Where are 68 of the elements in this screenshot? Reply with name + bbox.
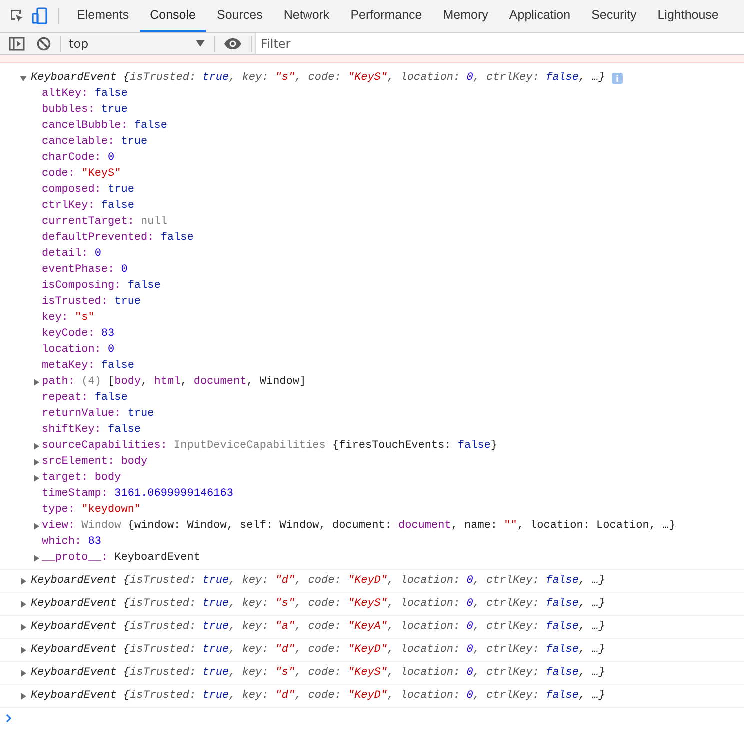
object-summary[interactable]: KeyboardEvent {isTrusted: true, key: "a", code: "KeyA", location: 0, ctrlKey: false, …} (31, 621, 606, 633)
property-line: charCode: 0 (42, 152, 115, 164)
panel-tab[interactable]: Performance (340, 0, 432, 32)
property-line: type: "keydown" (42, 504, 142, 516)
collapsed-triangle-icon[interactable] (33, 458, 40, 466)
collapsed-triangle-icon[interactable] (20, 600, 27, 608)
object-summary[interactable]: KeyboardEvent {isTrusted: true, key: "d", code: "KeyD", location: 0, ctrlKey: false, …} (31, 575, 606, 587)
property-line: view: Window {window: Window, self: Window, document: document, name: "", location: Location, …} (42, 520, 676, 532)
device-toolbar-icon[interactable] (32, 7, 48, 25)
collapsed-triangle-icon[interactable] (33, 378, 40, 386)
expanded-triangle-icon[interactable] (20, 74, 27, 82)
property-line: bubbles: true (42, 104, 128, 116)
panel-tab[interactable]: Sources (206, 0, 273, 32)
collapsed-triangle-icon[interactable] (20, 578, 27, 584)
property-line: defaultPrevented: false (42, 232, 194, 244)
property-line: composed: true (42, 184, 134, 196)
property-line: target: body (42, 472, 122, 484)
collapsed-triangle-icon[interactable] (20, 692, 27, 700)
property-line: keyCode: 83 (42, 328, 115, 340)
property-line: cancelable: true (42, 136, 148, 148)
collapsed-triangle-icon[interactable] (33, 522, 40, 530)
property-line: timeStamp: 3161.0699999146163 (42, 488, 234, 500)
property-line: isComposing: false (42, 280, 161, 292)
sidebar-toggle-icon[interactable] (9, 36, 25, 50)
collapsed-triangle-icon[interactable] (20, 624, 27, 630)
property-line: which: 83 (42, 536, 102, 548)
prompt-chevron-icon (6, 714, 12, 723)
info-icon (612, 72, 624, 84)
panel-tab[interactable]: Memory (433, 0, 498, 32)
collapsed-triangle-icon[interactable] (33, 442, 40, 450)
property-line: shiftKey: false (42, 424, 142, 436)
property-line: sourceCapabilities: InputDeviceCapabilities {firesTouchEvents: false} (42, 440, 498, 452)
property-line: eventPhase: 0 (42, 264, 128, 276)
panel-tab[interactable]: Application (499, 0, 581, 32)
object-summary[interactable]: KeyboardEvent {isTrusted: true, key: "s", code: "KeyS", location: 0, ctrlKey: false, …} (31, 667, 606, 679)
property-line: ctrlKey: false (42, 200, 134, 212)
collapsed-triangle-icon[interactable] (20, 670, 27, 676)
property-line: key: "s" (42, 312, 95, 324)
collapsed-triangle-icon[interactable] (20, 646, 27, 654)
property-line: cancelBubble: false (42, 120, 168, 132)
object-summary[interactable]: KeyboardEvent {isTrusted: true, key: "d", code: "KeyD", location: 0, ctrlKey: false, …} (31, 644, 606, 656)
eye-icon[interactable] (224, 38, 242, 50)
object-summary[interactable]: KeyboardEvent {isTrusted: true, key: "s", code: "KeyS", location: 0, ctrlKey: false, …} (31, 598, 606, 610)
panel-tab[interactable]: Elements (67, 0, 140, 32)
property-line: isTrusted: true (42, 296, 142, 308)
panel-tab[interactable]: Network (274, 0, 340, 32)
property-line: detail: 0 (42, 248, 102, 260)
collapsed-triangle-icon[interactable] (33, 474, 40, 482)
object-summary[interactable]: KeyboardEvent {isTrusted: true, key: "d", code: "KeyD", location: 0, ctrlKey: false, …} (31, 690, 606, 702)
panel-tab[interactable]: Lighthouse (648, 0, 729, 32)
property-line: code: "KeyS" (42, 168, 122, 180)
property-line: __proto__: KeyboardEvent (42, 552, 200, 564)
collapsed-triangle-icon[interactable] (33, 554, 40, 562)
inspect-icon[interactable] (9, 8, 25, 24)
property-line: srcElement: body (42, 456, 148, 468)
panel-tab[interactable]: Security (582, 0, 647, 32)
caret-icon (196, 40, 205, 47)
object-summary[interactable]: KeyboardEvent {isTrusted: true, key: "s", code: "KeyS", location: 0, ctrlKey: false, …} (31, 72, 606, 84)
property-line: returnValue: true (42, 408, 154, 420)
property-line: altKey: false (42, 88, 128, 100)
filter-field[interactable]: Filter (255, 33, 744, 54)
property-line: currentTarget: null (42, 216, 168, 228)
property-line: metaKey: false (42, 360, 134, 372)
property-line: path: (4) [body, html, document, Window] (42, 376, 306, 388)
property-line: repeat: false (42, 392, 128, 404)
context-dropdown[interactable]: top (64, 36, 211, 50)
property-line: location: 0 (42, 344, 115, 356)
clear-console-icon[interactable] (37, 36, 51, 50)
